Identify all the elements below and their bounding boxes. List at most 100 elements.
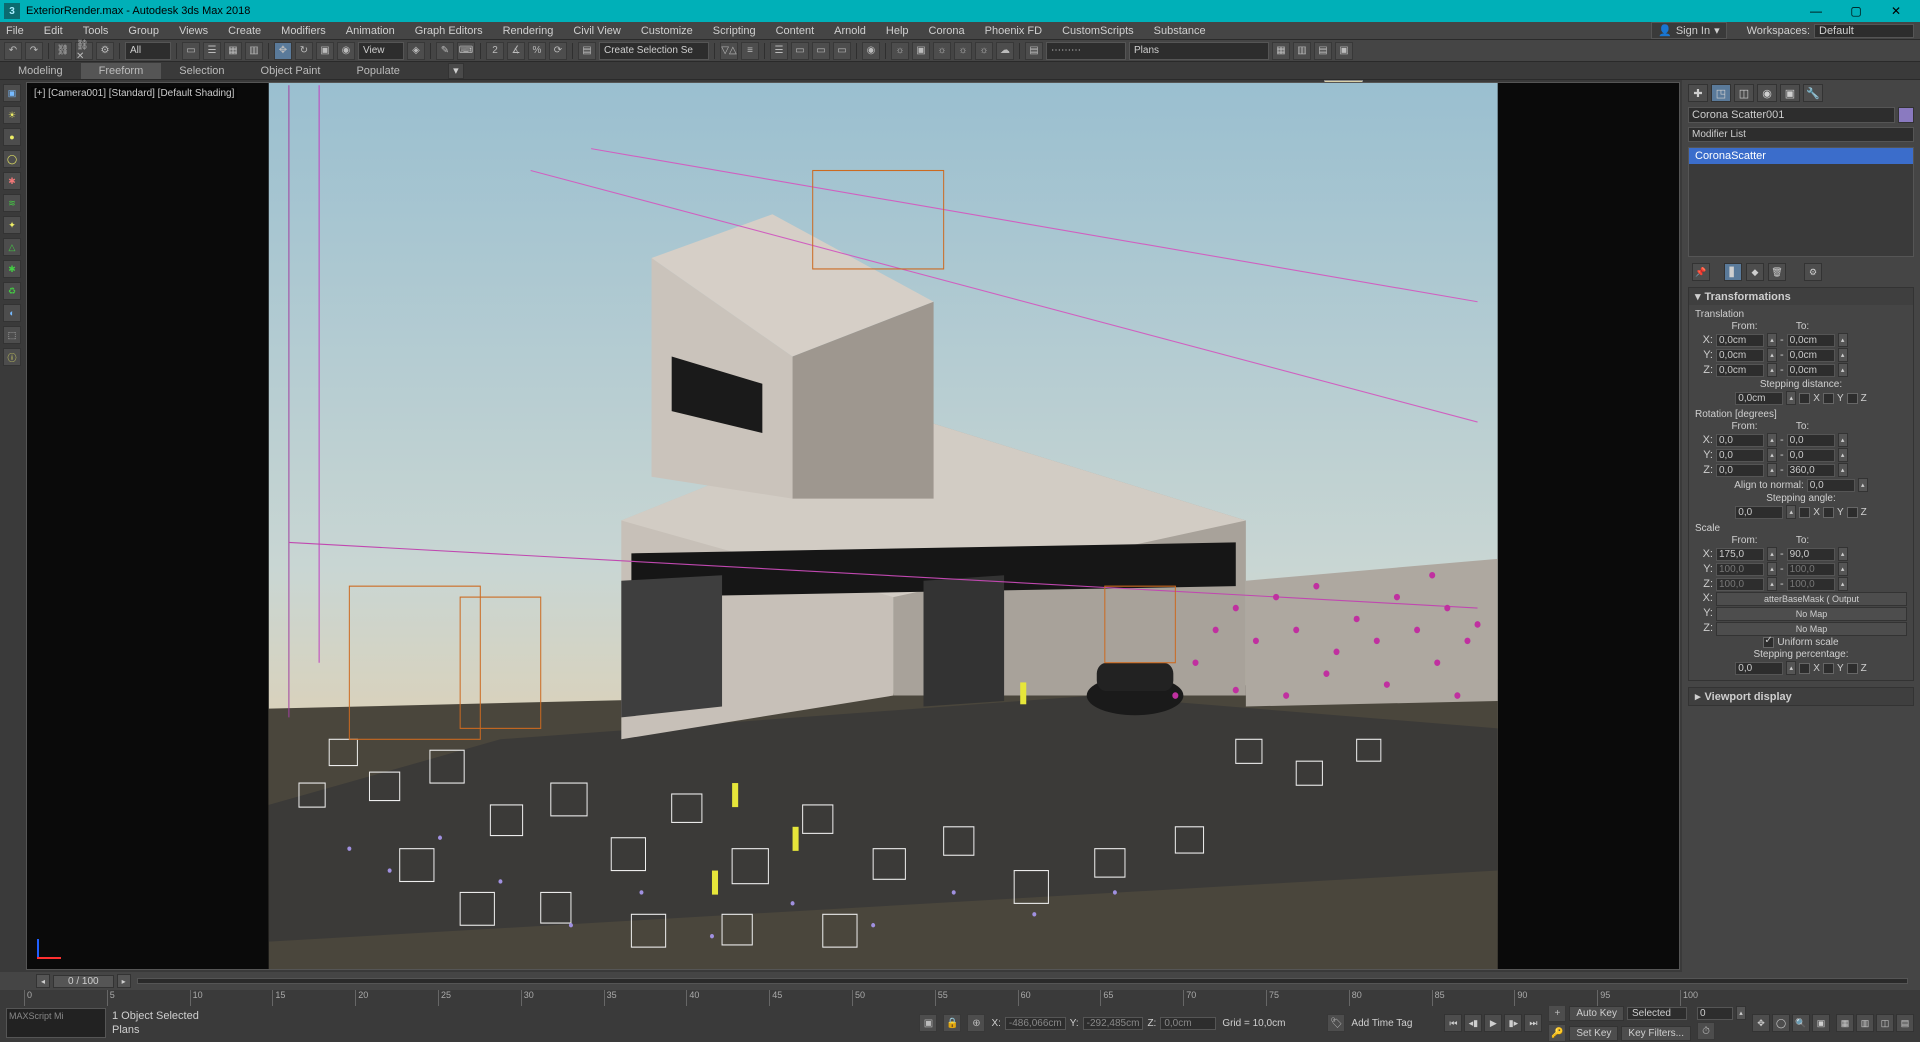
named-selection-select[interactable]: Create Selection Se bbox=[599, 42, 709, 60]
coord-system-select[interactable]: View bbox=[358, 42, 404, 60]
ribbon-tab-populate[interactable]: Populate bbox=[338, 63, 417, 79]
select-move-button[interactable]: ✥ bbox=[274, 42, 292, 60]
time-config-button[interactable]: ⏱ bbox=[1697, 1022, 1715, 1040]
spinner-up-icon[interactable]: ▴ bbox=[1838, 577, 1848, 591]
unlink-button[interactable]: ⛓✕ bbox=[75, 42, 93, 60]
menu-views[interactable]: Views bbox=[179, 25, 208, 37]
motion-tab[interactable]: ◉ bbox=[1757, 84, 1777, 102]
pan-zoom-button[interactable]: ▤ bbox=[1896, 1014, 1914, 1032]
step-x-check[interactable] bbox=[1799, 393, 1810, 404]
rot-y-to-input[interactable] bbox=[1787, 449, 1835, 462]
workspaces-select[interactable]: Default bbox=[1814, 24, 1914, 38]
spinner-up-icon[interactable]: ▴ bbox=[1767, 562, 1777, 576]
select-rotate-button[interactable]: ↻ bbox=[295, 42, 313, 60]
scale-y-from-input[interactable] bbox=[1716, 563, 1764, 576]
object-name-input[interactable] bbox=[1688, 107, 1895, 123]
time-prev-button[interactable]: ◂ bbox=[36, 974, 50, 988]
viewport-display-rollout-header[interactable]: ▸Viewport display bbox=[1689, 688, 1913, 705]
pin-stack-button[interactable]: 📌 bbox=[1692, 263, 1710, 281]
modifier-list-select[interactable]: Modifier List bbox=[1688, 127, 1914, 142]
lt-icon-5[interactable]: ⬚ bbox=[3, 326, 21, 344]
lt-icon-2[interactable]: ✱ bbox=[3, 260, 21, 278]
modifier-stack[interactable]: CoronaScatter bbox=[1688, 147, 1914, 257]
scene-explorer-button[interactable]: ▤ bbox=[1025, 42, 1043, 60]
close-button[interactable]: ✕ bbox=[1876, 4, 1916, 18]
angle-x-check[interactable] bbox=[1799, 507, 1810, 518]
modify-tab[interactable]: ◳ bbox=[1711, 84, 1731, 102]
zoom-view-button[interactable]: 🔍 bbox=[1792, 1014, 1810, 1032]
menu-animation[interactable]: Animation bbox=[346, 25, 395, 37]
make-unique-button[interactable]: ◆ bbox=[1746, 263, 1764, 281]
pivot-center-button[interactable]: ◈ bbox=[407, 42, 425, 60]
create-geom-icon[interactable]: ● bbox=[3, 128, 21, 146]
trans-z-from-input[interactable] bbox=[1716, 364, 1764, 377]
bind-button[interactable]: ⚙ bbox=[96, 42, 114, 60]
create-spacewarp-icon[interactable]: ≋ bbox=[3, 194, 21, 212]
time-track[interactable] bbox=[137, 978, 1908, 984]
spinner-up-icon[interactable]: ▴ bbox=[1838, 463, 1848, 477]
create-helper-icon[interactable]: ✱ bbox=[3, 172, 21, 190]
menu-tools[interactable]: Tools bbox=[83, 25, 109, 37]
spinner-up-icon[interactable]: ▴ bbox=[1767, 348, 1777, 362]
spinner-up-icon[interactable]: ▴ bbox=[1767, 433, 1777, 447]
select-button[interactable]: ▭ bbox=[182, 42, 200, 60]
menu-customize[interactable]: Customize bbox=[641, 25, 693, 37]
menu-group[interactable]: Group bbox=[128, 25, 159, 37]
menu-substance[interactable]: Substance bbox=[1154, 25, 1206, 37]
prev-frame-button[interactable]: ◂▮ bbox=[1464, 1014, 1482, 1032]
step-y-check[interactable] bbox=[1823, 393, 1834, 404]
rot-x-to-input[interactable] bbox=[1787, 434, 1835, 447]
spinner-up-icon[interactable]: ▴ bbox=[1767, 547, 1777, 561]
spinner-up-icon[interactable]: ▴ bbox=[1786, 661, 1796, 675]
pct-z-check[interactable] bbox=[1847, 663, 1858, 674]
step-dist-input[interactable] bbox=[1735, 392, 1783, 405]
layer-explorer-button[interactable]: ☰ bbox=[770, 42, 788, 60]
scale-z-from-input[interactable] bbox=[1716, 578, 1764, 591]
rot-z-from-input[interactable] bbox=[1716, 464, 1764, 477]
manipulate-button[interactable]: ✎ bbox=[436, 42, 454, 60]
pct-y-check[interactable] bbox=[1823, 663, 1834, 674]
spinner-up-icon[interactable]: ▴ bbox=[1736, 1006, 1746, 1020]
spinner-up-icon[interactable]: ▴ bbox=[1838, 363, 1848, 377]
auto-key-button[interactable]: Auto Key bbox=[1569, 1006, 1624, 1021]
spinner-up-icon[interactable]: ▴ bbox=[1767, 463, 1777, 477]
menu-create[interactable]: Create bbox=[228, 25, 261, 37]
isolate-button[interactable]: ▣ bbox=[919, 1014, 937, 1032]
pan-view-button[interactable]: ✥ bbox=[1752, 1014, 1770, 1032]
max-viewport-button[interactable]: ◫ bbox=[1876, 1014, 1894, 1032]
zoom-extents-button[interactable]: ▦ bbox=[1836, 1014, 1854, 1032]
lt-icon-6[interactable]: ⓘ bbox=[3, 348, 21, 366]
lt-icon-3[interactable]: ♻ bbox=[3, 282, 21, 300]
render-cloud-button[interactable]: ☁ bbox=[996, 42, 1014, 60]
time-ruler[interactable]: 0510152025303540455055606570758085909510… bbox=[24, 990, 1680, 1006]
coord-z[interactable]: 0,0cm bbox=[1160, 1017, 1216, 1030]
angle-y-check[interactable] bbox=[1823, 507, 1834, 518]
scale-y-to-input[interactable] bbox=[1787, 563, 1835, 576]
snap-2d-button[interactable]: 2 bbox=[486, 42, 504, 60]
current-frame-input[interactable] bbox=[1697, 1007, 1733, 1020]
scale-z-to-input[interactable] bbox=[1787, 578, 1835, 591]
create-light-icon[interactable]: ☀ bbox=[3, 106, 21, 124]
key-mode-button[interactable]: + bbox=[1548, 1004, 1566, 1022]
menu-corona[interactable]: Corona bbox=[929, 25, 965, 37]
ribbon-expand-icon[interactable]: ▾ bbox=[448, 63, 464, 79]
scale-x-map-button[interactable]: atterBaseMask ( Output bbox=[1716, 592, 1907, 606]
modifier-stack-item[interactable]: CoronaScatter bbox=[1689, 148, 1913, 164]
orbit-view-button[interactable]: ◯ bbox=[1772, 1014, 1790, 1032]
spinner-up-icon[interactable]: ▴ bbox=[1786, 505, 1796, 519]
ribbon-tab-selection[interactable]: Selection bbox=[161, 63, 242, 79]
sign-in-button[interactable]: 👤 Sign In ▾ bbox=[1651, 22, 1726, 39]
trans-y-to-input[interactable] bbox=[1787, 349, 1835, 362]
layer-new-button[interactable]: ▥ bbox=[1293, 42, 1311, 60]
select-rect-button[interactable]: ▦ bbox=[224, 42, 242, 60]
time-tag-icon[interactable]: 🏷 bbox=[1327, 1014, 1345, 1032]
undo-button[interactable]: ↶ bbox=[4, 42, 22, 60]
create-shape-icon[interactable]: ◯ bbox=[3, 150, 21, 168]
trans-z-to-input[interactable] bbox=[1787, 364, 1835, 377]
render-activeshade-button[interactable]: ☼ bbox=[975, 42, 993, 60]
create-camera-icon[interactable]: ▣ bbox=[3, 84, 21, 102]
scale-x-to-input[interactable] bbox=[1787, 548, 1835, 561]
set-key-icon[interactable]: 🔑 bbox=[1548, 1024, 1566, 1042]
set-key-button[interactable]: Set Key bbox=[1569, 1026, 1618, 1041]
spinner-up-icon[interactable]: ▴ bbox=[1767, 448, 1777, 462]
